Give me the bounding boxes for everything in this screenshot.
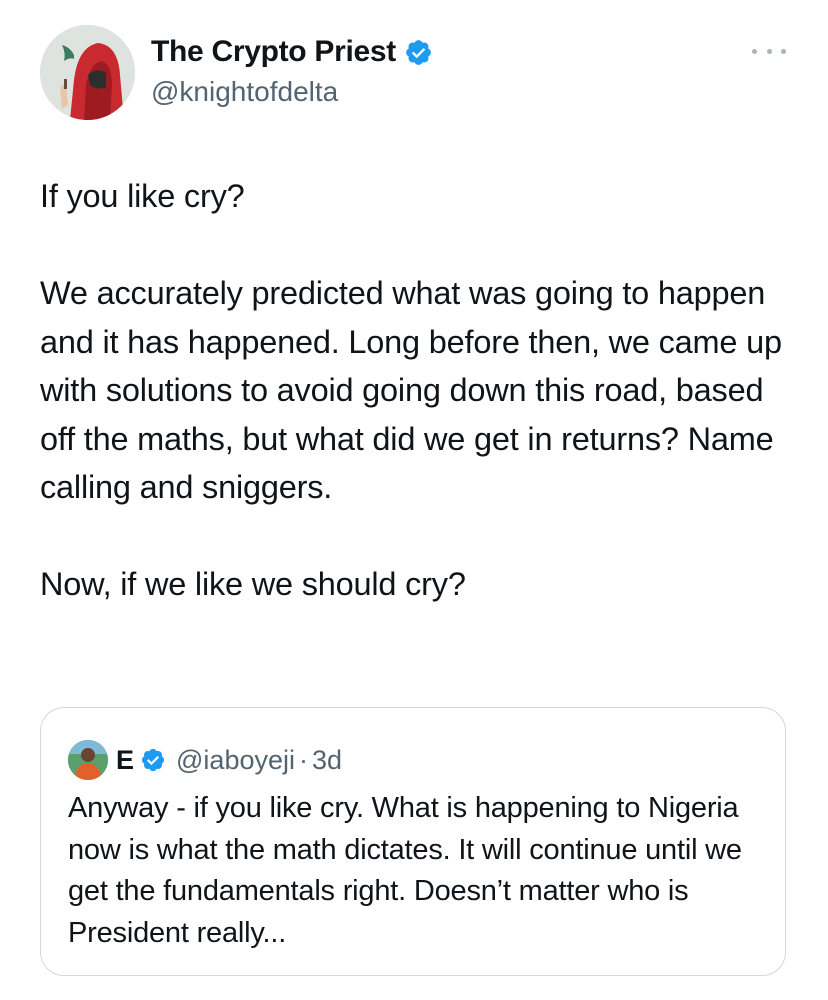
tweet-text: If you like cry? We accurately predicted… [40,172,800,609]
verified-badge-icon [406,39,431,65]
more-options-icon[interactable] [752,38,786,64]
tweet-paragraph: Now, if we like we should cry? [40,566,466,602]
more-dot [752,48,757,54]
quoted-author-avatar[interactable] [68,740,108,780]
tweet-paragraph: If you like cry? [40,178,245,214]
quoted-tweet-text: Anyway - if you like cry. What is happen… [68,792,742,949]
red-hooded-figure-avatar [40,25,135,120]
author-name-row: The Crypto Priest [151,34,433,70]
author-avatar[interactable] [40,25,135,120]
author-name[interactable]: The Crypto Priest [151,34,396,70]
quoted-author-handle[interactable]: @iaboyeji [176,745,295,776]
quoted-author-name[interactable]: E [116,745,134,776]
separator-dot: · [298,744,308,775]
verified-badge-icon [141,748,165,772]
quoted-timestamp[interactable]: 3d [312,745,342,776]
quoted-tweet-card[interactable]: E @iaboyeji · 3d Anyway - if you like cr… [40,707,786,976]
more-dot [781,48,786,54]
quoted-tweet-header: E @iaboyeji · 3d [68,740,342,780]
more-dot [766,48,772,54]
tweet-paragraph: We accurately predicted what was going t… [40,275,782,505]
person-avatar-icon [68,740,108,780]
author-handle[interactable]: @knightofdelta [151,75,338,109]
